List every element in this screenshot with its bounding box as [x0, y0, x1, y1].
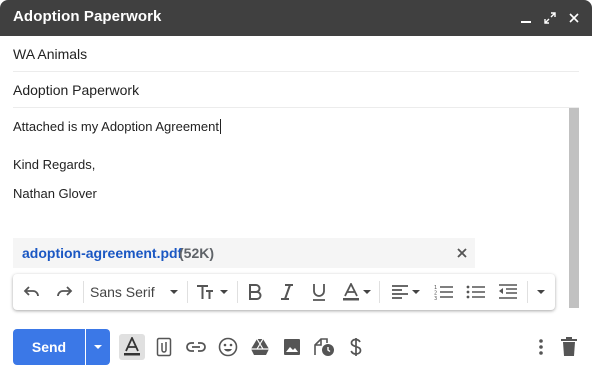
body-line-2: Kind Regards, — [13, 157, 96, 172]
toolbar-divider — [187, 281, 188, 303]
send-options-button[interactable] — [86, 329, 110, 365]
subject-field[interactable]: Adoption Paperwork — [13, 72, 579, 108]
expand-icon[interactable] — [542, 10, 558, 26]
link-icon[interactable] — [183, 334, 209, 360]
underline-icon[interactable] — [309, 280, 329, 304]
minimize-icon[interactable] — [518, 10, 534, 26]
text-color-icon[interactable] — [339, 280, 373, 304]
attachment-chip[interactable]: adoption-agreement.pdf (52K) — [13, 238, 475, 268]
remove-attachment-icon[interactable] — [455, 246, 469, 260]
body-line-1: Attached is my Adoption Agreement — [13, 119, 221, 134]
text-size-icon[interactable] — [195, 280, 229, 304]
bulleted-list-icon[interactable] — [465, 280, 487, 304]
toolbar-divider — [527, 281, 528, 303]
svg-text:3: 3 — [434, 296, 437, 300]
formatting-options-icon[interactable] — [119, 334, 145, 360]
discard-icon[interactable] — [556, 334, 582, 360]
attachment-name[interactable]: adoption-agreement.pdf — [22, 245, 182, 261]
photo-icon[interactable] — [279, 334, 305, 360]
send-button[interactable]: Send — [13, 329, 85, 365]
redo-icon[interactable] — [53, 280, 75, 304]
toolbar-divider — [83, 281, 84, 303]
body-line-3: Nathan Glover — [13, 186, 97, 201]
font-dropdown-icon[interactable] — [169, 280, 179, 304]
toolbar-divider — [237, 281, 238, 303]
numbered-list-icon[interactable]: 123 — [433, 280, 455, 304]
italic-icon[interactable] — [277, 280, 297, 304]
undo-icon[interactable] — [21, 280, 43, 304]
attach-icon[interactable] — [151, 334, 177, 360]
drive-icon[interactable] — [247, 334, 273, 360]
emoji-icon[interactable] — [215, 334, 241, 360]
formatting-toolbar: Sans Serif 123 — [13, 274, 555, 310]
compose-title: Adoption Paperwork — [13, 8, 162, 25]
scrollbar-thumb[interactable] — [569, 108, 579, 308]
align-icon[interactable] — [387, 280, 423, 304]
font-selector[interactable]: Sans Serif — [90, 284, 155, 300]
more-formatting-icon[interactable] — [533, 280, 549, 304]
subject-value: Adoption Paperwork — [13, 82, 140, 98]
text-cursor — [219, 119, 221, 134]
attachment-size: (52K) — [179, 245, 215, 261]
more-options-icon[interactable] — [528, 334, 554, 360]
confidential-icon[interactable] — [311, 334, 337, 360]
indent-less-icon[interactable] — [497, 280, 519, 304]
recipients-value: WA Animals — [13, 46, 88, 62]
money-icon[interactable] — [343, 334, 369, 360]
compose-titlebar: Adoption Paperwork — [0, 0, 592, 36]
bold-icon[interactable] — [245, 280, 265, 304]
toolbar-divider — [379, 281, 380, 303]
recipients-field[interactable]: WA Animals — [13, 36, 579, 72]
close-icon[interactable] — [566, 10, 582, 26]
